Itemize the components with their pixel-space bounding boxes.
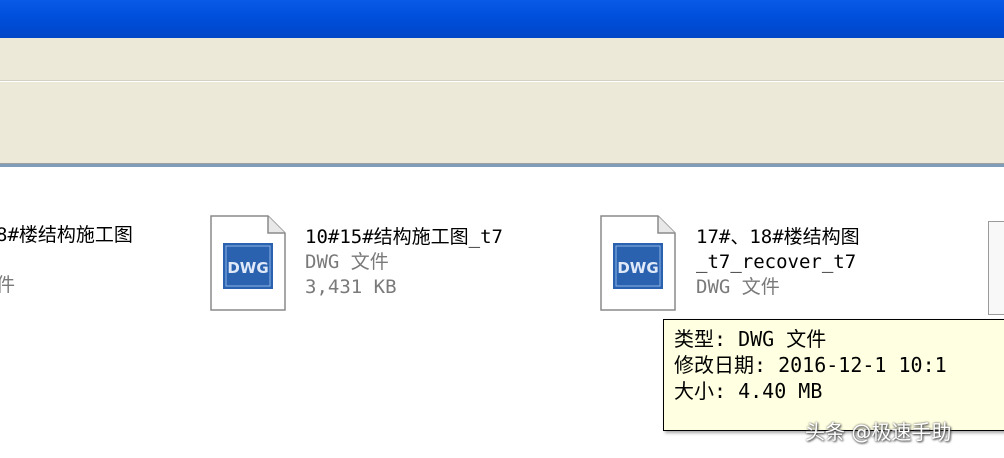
file-name-line2: _t7_recover_t7 [696, 251, 857, 273]
file-info-tooltip: 类型: DWG 文件 修改日期: 2016-12-1 10:1 大小: 4.40… [663, 319, 1004, 431]
file-name-line1: 17#、18#楼结构图 [696, 226, 860, 248]
file-type: DWG 文件 [696, 276, 780, 298]
file-name: 10#15#结构施工图_t7 [305, 226, 503, 248]
file-icon-partial[interactable] [988, 221, 1004, 315]
toolbar-area [0, 38, 1004, 163]
svg-text:DWG: DWG [617, 259, 658, 277]
file-type: DWG 文件 [305, 251, 389, 273]
toolbar[interactable] [0, 81, 1004, 159]
tooltip-modified-date: 修改日期: 2016-12-1 10:1 [674, 353, 947, 377]
file-name: 8#楼结构施工图 [0, 224, 133, 246]
dwg-file-icon[interactable]: DWG [210, 215, 286, 311]
tooltip-type: 类型: DWG 文件 [674, 327, 827, 351]
dwg-file-icon[interactable]: DWG [600, 215, 676, 311]
file-type: 件 [0, 274, 16, 296]
svg-text:DWG: DWG [227, 259, 268, 277]
file-size: 3,431 KB [305, 276, 397, 298]
tooltip-size: 大小: 4.40 MB [674, 379, 823, 403]
window-titlebar[interactable] [0, 0, 1004, 39]
watermark: 头条 @极速手助 [805, 420, 952, 444]
menu-bar[interactable] [0, 38, 1004, 81]
